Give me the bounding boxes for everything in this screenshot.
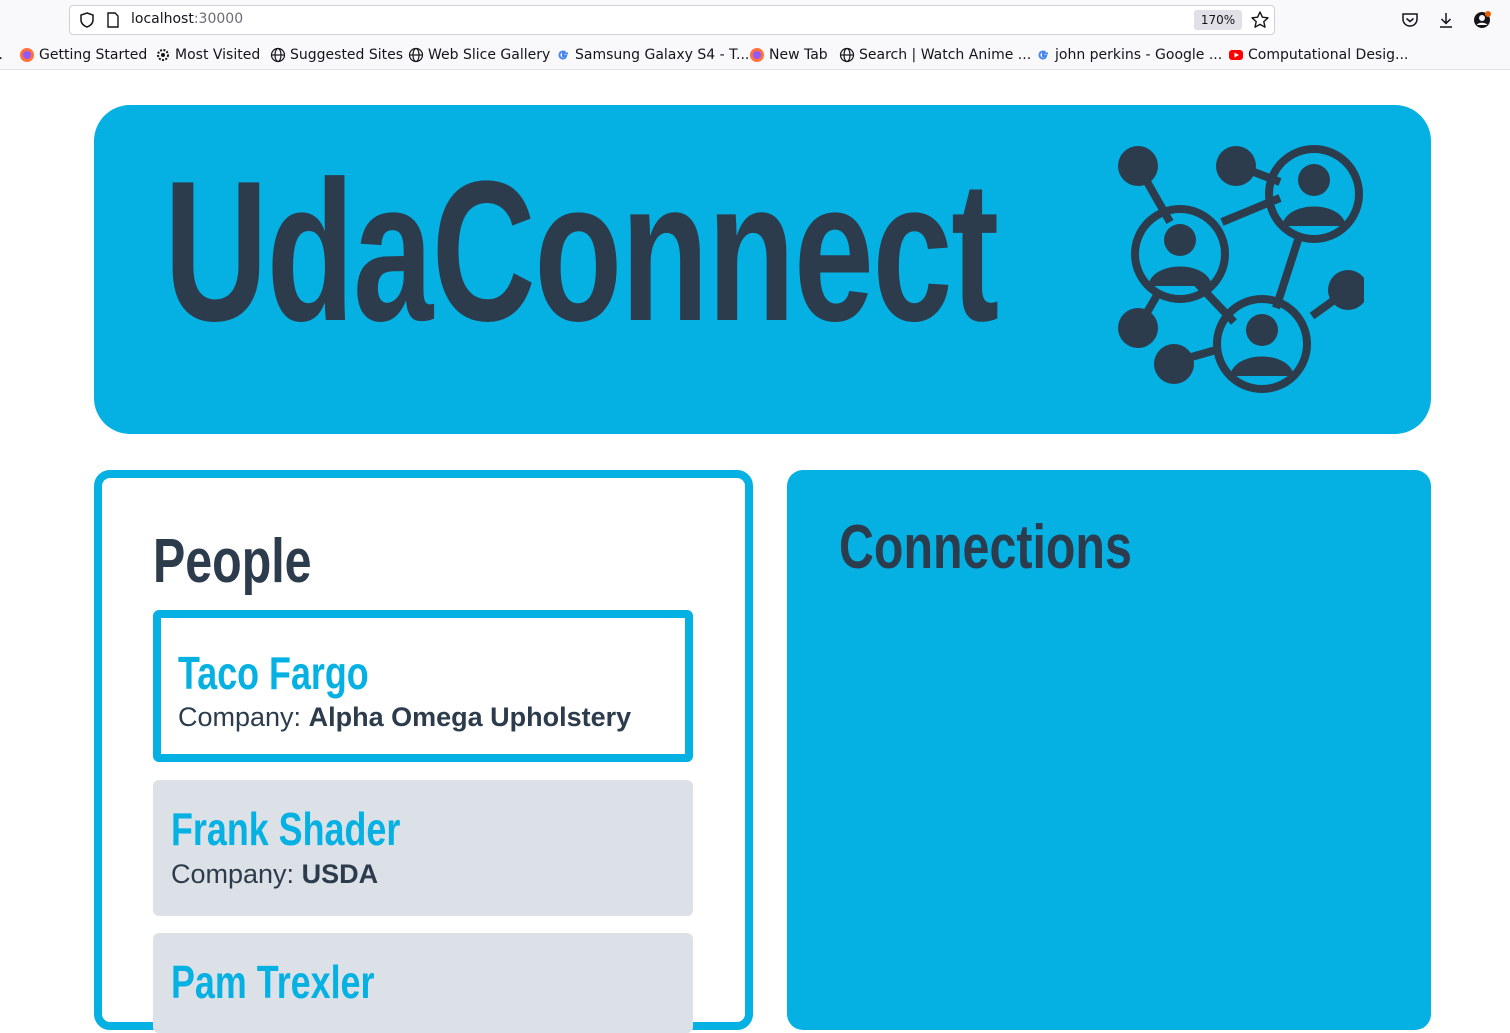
bookmark-star-icon[interactable] (1250, 10, 1270, 30)
person-name: Pam Trexler (171, 956, 375, 1008)
globe-icon (839, 47, 855, 63)
account-icon[interactable] (1472, 10, 1492, 30)
person-name: Taco Fargo (178, 647, 369, 699)
hero-banner: UdaConnect (94, 105, 1431, 434)
bookmark-samsung-galaxy[interactable]: Samsung Galaxy S4 - T... (555, 46, 749, 64)
youtube-icon (1228, 47, 1244, 63)
person-company: Company: USDA (171, 859, 379, 889)
person-card-selected[interactable]: Taco Fargo Company: Alpha Omega Upholste… (153, 610, 693, 762)
network-people-icon (1118, 145, 1364, 393)
bookmarks-bar: .. Getting Started Most Visited Suggeste… (0, 40, 1510, 70)
google-icon (555, 47, 571, 63)
address-bar[interactable]: localhost:30000 170% (69, 5, 1275, 35)
person-company: Company: Alpha Omega Upholstery (178, 702, 632, 732)
app-title: UdaConnect (164, 140, 999, 363)
person-name: Frank Shader (171, 803, 401, 855)
bookmark-web-slice-gallery[interactable]: Web Slice Gallery (408, 46, 550, 64)
connections-panel: Connections (787, 470, 1431, 1030)
person-card[interactable]: Pam Trexler (153, 933, 693, 1033)
browser-toolbar: localhost:30000 170% (0, 0, 1510, 40)
connections-heading: Connections (839, 513, 1132, 582)
globe-icon (270, 47, 286, 63)
bookmark-john-perkins[interactable]: john perkins - Google ... (1035, 46, 1222, 64)
person-card[interactable]: Frank Shader Company: USDA (153, 780, 693, 916)
globe-icon (408, 47, 424, 63)
google-icon (1035, 47, 1051, 63)
bookmark-search-watch-anime[interactable]: Search | Watch Anime ... (839, 46, 1031, 64)
pocket-icon[interactable] (1400, 10, 1420, 30)
bookmark-most-visited[interactable]: Most Visited (155, 46, 260, 64)
bookmark-new-tab[interactable]: New Tab (749, 46, 828, 64)
bookmark-suggested-sites[interactable]: Suggested Sites (270, 46, 403, 64)
firefox-icon (749, 47, 765, 63)
people-panel: People Taco Fargo Company: Alpha Omega U… (94, 470, 753, 1033)
shield-icon[interactable] (79, 12, 95, 28)
people-heading: People (153, 527, 312, 596)
firefox-icon (19, 47, 35, 63)
download-icon[interactable] (1436, 10, 1456, 30)
bookmark-getting-started[interactable]: Getting Started (19, 46, 147, 64)
zoom-level-badge[interactable]: 170% (1194, 10, 1242, 30)
bookmark-computational-design[interactable]: Computational Desig... (1228, 46, 1408, 64)
gear-icon (155, 47, 171, 63)
bookmark-overflow[interactable]: .. (0, 46, 3, 64)
url-text[interactable]: localhost:30000 (131, 11, 243, 27)
page-icon (107, 12, 119, 28)
